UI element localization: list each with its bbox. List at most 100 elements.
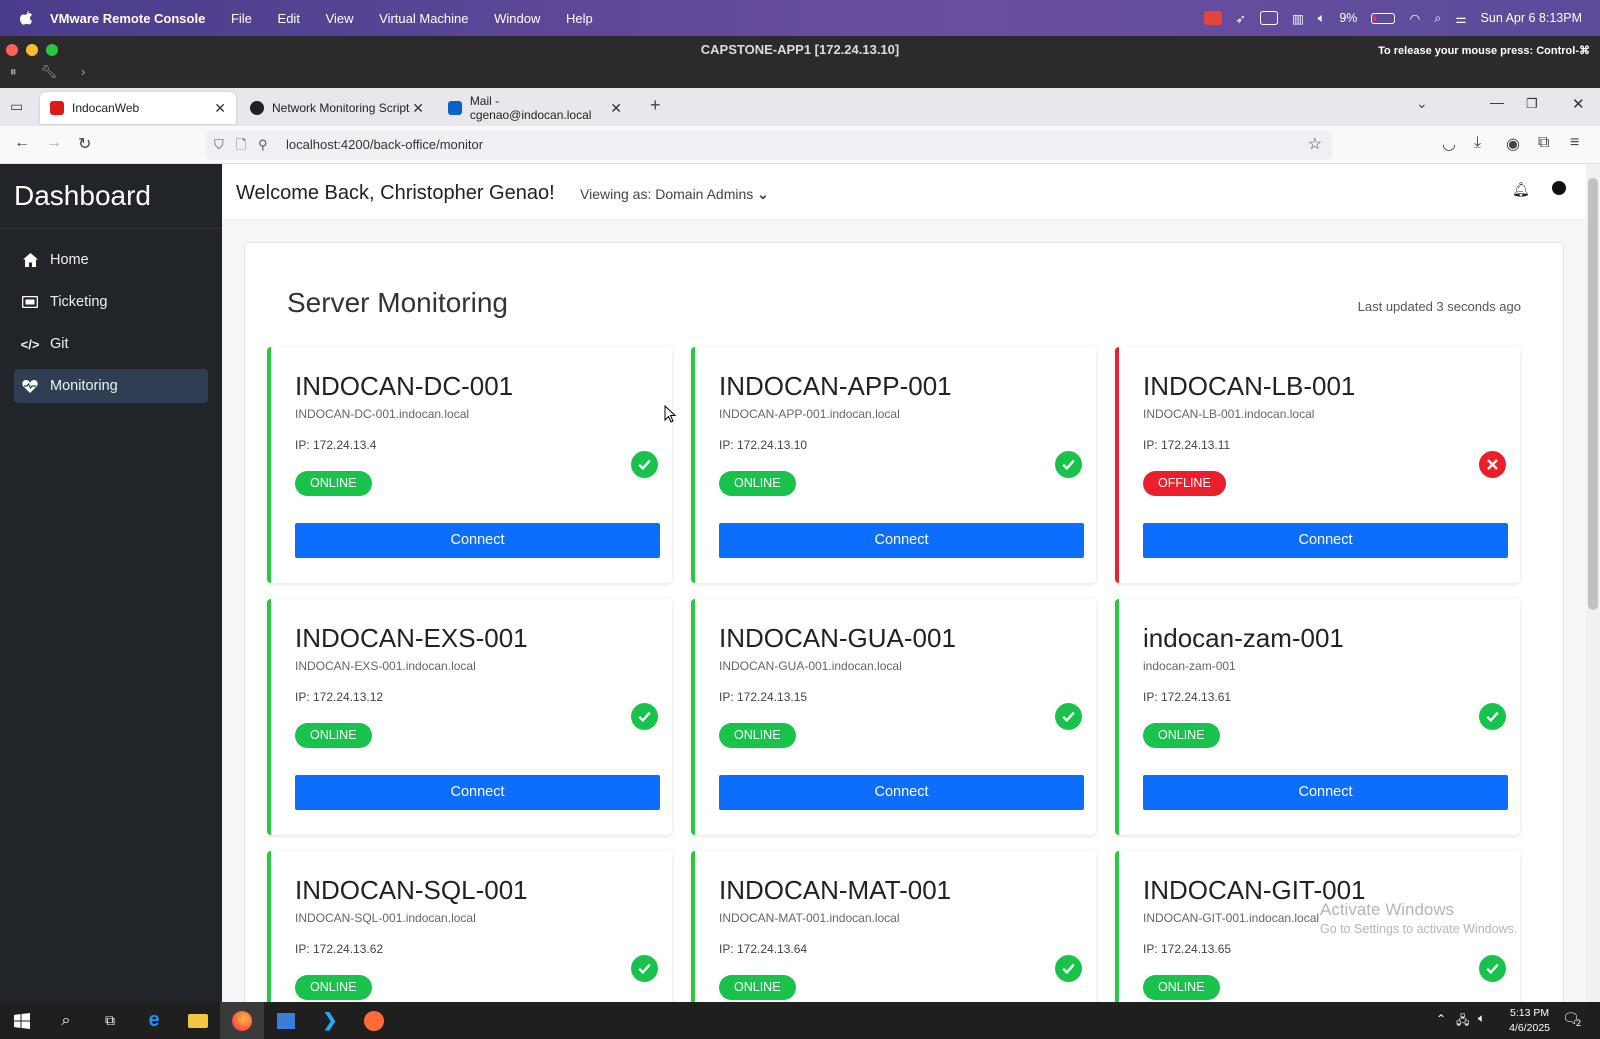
tab-overview-icon[interactable]: ▭: [10, 98, 23, 115]
tab-network-monitoring-script[interactable]: Network Monitoring Script ✕: [240, 92, 434, 124]
minimize-icon[interactable]: —: [1490, 94, 1504, 110]
adobe-icon[interactable]: [1203, 11, 1222, 25]
battery-icon[interactable]: [1371, 12, 1396, 24]
sidebar-item-monitoring[interactable]: Monitoring: [14, 369, 208, 403]
server-fqdn: INDOCAN-SQL-001.indocan.local: [295, 911, 476, 925]
server-ip: IP: 172.24.13.4: [295, 438, 377, 452]
wifi-icon[interactable]: ◠: [1409, 11, 1420, 26]
home-icon: [22, 252, 38, 268]
hamburger-menu-icon[interactable]: ≡: [1570, 134, 1579, 152]
server-manager-icon[interactable]: [264, 1002, 308, 1039]
main-content: Server Monitoring Last updated 3 seconds…: [222, 220, 1586, 1002]
menu-help[interactable]: Help: [566, 11, 593, 26]
code-icon: </>: [20, 336, 40, 352]
github-favicon-icon: [250, 101, 264, 115]
shield-icon[interactable]: ⛉: [214, 130, 224, 160]
menu-file[interactable]: File: [231, 11, 252, 26]
close-tab-icon[interactable]: ✕: [610, 100, 622, 117]
status-badge: ONLINE: [295, 975, 372, 1000]
tray-chevron-up-icon[interactable]: ⌃: [1436, 1012, 1446, 1026]
chevron-down-icon: ⌄: [757, 186, 769, 202]
server-card: INDOCAN-MAT-001 INDOCAN-MAT-001.indocan.l…: [691, 851, 1096, 1002]
server-fqdn: INDOCAN-GUA-001.indocan.local: [719, 659, 902, 673]
menubar-clock[interactable]: Sun Apr 6 8:13PM: [1481, 11, 1582, 25]
angular-favicon-icon: [50, 101, 64, 115]
page-scrollbar[interactable]: [1586, 164, 1600, 1002]
close-browser-icon[interactable]: ✕: [1572, 95, 1585, 113]
pocket-icon[interactable]: ◡: [1442, 134, 1456, 154]
address-bar[interactable]: ⛉ 🗋︎ ⚲ localhost:4200/back-office/monito…: [206, 130, 1332, 160]
extensions-icon[interactable]: ⧉: [1538, 134, 1549, 152]
reload-icon[interactable]: ↻: [78, 134, 91, 154]
close-tab-icon[interactable]: ✕: [412, 100, 424, 117]
mouse-cursor-icon: [664, 405, 676, 423]
server-ip: IP: 172.24.13.12: [295, 690, 384, 704]
volume-icon[interactable]: 🔈︎: [1318, 11, 1326, 26]
back-icon[interactable]: ←: [14, 134, 30, 152]
sidebar-item-home[interactable]: Home: [14, 243, 208, 277]
close-tab-icon[interactable]: ✕: [214, 100, 226, 117]
connect-button[interactable]: Connect: [1143, 775, 1508, 810]
wrench-icon[interactable]: 🔧︎: [41, 64, 58, 80]
task-view-icon[interactable]: ⧉: [88, 1002, 132, 1039]
vmware-status-icon[interactable]: [1259, 11, 1278, 25]
bell-icon[interactable]: 🔔︎: [1512, 181, 1530, 198]
tab-mail[interactable]: Mail - cgenao@indocan.local ✕: [438, 92, 632, 124]
page-title: Server Monitoring: [287, 287, 508, 318]
sidebar-item-git[interactable]: </> Git: [14, 327, 208, 361]
postman-icon[interactable]: [352, 1002, 396, 1039]
menu-view[interactable]: View: [326, 11, 354, 26]
server-card: INDOCAN-DC-001 INDOCAN-DC-001.indocan.loc…: [267, 347, 672, 583]
welcome-message: Welcome Back, Christopher Genao!: [236, 182, 555, 204]
firefox-icon[interactable]: [220, 1002, 264, 1039]
menu-virtual-machine[interactable]: Virtual Machine: [379, 11, 468, 26]
app-header: Welcome Back, Christopher Genao! Viewing…: [222, 164, 1586, 220]
server-card: INDOCAN-GIT-001 INDOCAN-GIT-001.indocan.l…: [1115, 851, 1520, 1002]
forward-icon[interactable]: →: [46, 134, 62, 152]
server-card: INDOCAN-LB-001 INDOCAN-LB-001.indocan.loc…: [1115, 347, 1520, 583]
pause-icon[interactable]: ⏸: [10, 64, 17, 80]
windows-start-icon[interactable]: [0, 1002, 44, 1039]
server-fqdn: INDOCAN-EXS-001.indocan.local: [295, 659, 476, 673]
tab-label: Mail - cgenao@indocan.local: [469, 94, 592, 122]
connect-button[interactable]: Connect: [1143, 523, 1508, 558]
connect-button[interactable]: Connect: [719, 523, 1084, 558]
restore-icon[interactable]: ❐: [1526, 96, 1538, 112]
menu-window[interactable]: Window: [494, 11, 540, 26]
chevron-right-icon[interactable]: ›: [81, 64, 85, 80]
status-badge: OFFLINE: [1143, 471, 1226, 496]
connect-button[interactable]: Connect: [295, 775, 660, 810]
internet-explorer-icon[interactable]: e: [132, 1002, 176, 1039]
download-icon[interactable]: ⤓: [1474, 134, 1481, 152]
vscode-icon[interactable]: ❯: [308, 1002, 352, 1039]
new-tab-icon[interactable]: +: [650, 95, 661, 116]
sidebar-brand[interactable]: Dashboard: [0, 164, 222, 229]
taskbar-clock[interactable]: 5:13 PM 4/6/2025: [1509, 1006, 1550, 1036]
status-badge: ONLINE: [719, 723, 796, 748]
grid-icon[interactable]: ▥: [1292, 11, 1304, 26]
scrollbar-thumb[interactable]: [1588, 178, 1598, 610]
search-icon[interactable]: ⌕: [44, 1002, 88, 1039]
menu-edit[interactable]: Edit: [278, 11, 300, 26]
tab-list-chevron-icon[interactable]: ⌄: [1416, 95, 1428, 112]
bookmark-star-icon[interactable]: ☆: [1308, 130, 1322, 160]
connect-button[interactable]: Connect: [295, 523, 660, 558]
connect-button[interactable]: Connect: [719, 775, 1084, 810]
sidebar-item-label: Git: [50, 336, 69, 352]
user-profile-icon[interactable]: [1552, 181, 1566, 195]
url-text: localhost:4200/back-office/monitor: [286, 137, 484, 152]
viewing-as-dropdown[interactable]: Viewing as: Domain Admins ⌄: [580, 186, 769, 203]
permissions-icon[interactable]: ⚲: [258, 130, 268, 160]
page-icon[interactable]: 🗋︎: [236, 130, 246, 160]
file-explorer-icon[interactable]: [176, 1002, 220, 1039]
apple-icon[interactable]: [18, 10, 34, 26]
tab-indocanweb[interactable]: IndocanWeb ✕: [40, 92, 236, 124]
control-center-icon[interactable]: ⚌: [1455, 11, 1466, 26]
spotlight-search-icon[interactable]: ⌕: [1434, 11, 1441, 26]
sidebar-item-ticketing[interactable]: Ticketing: [14, 285, 208, 319]
feather-icon[interactable]: ➶: [1236, 11, 1246, 26]
account-icon[interactable]: ◉: [1506, 134, 1520, 154]
volume-tray-icon[interactable]: 🔈︎: [1478, 1011, 1485, 1026]
menu-app-name[interactable]: VMware Remote Console: [50, 11, 205, 26]
network-tray-icon[interactable]: 🖧︎: [1456, 1011, 1469, 1032]
